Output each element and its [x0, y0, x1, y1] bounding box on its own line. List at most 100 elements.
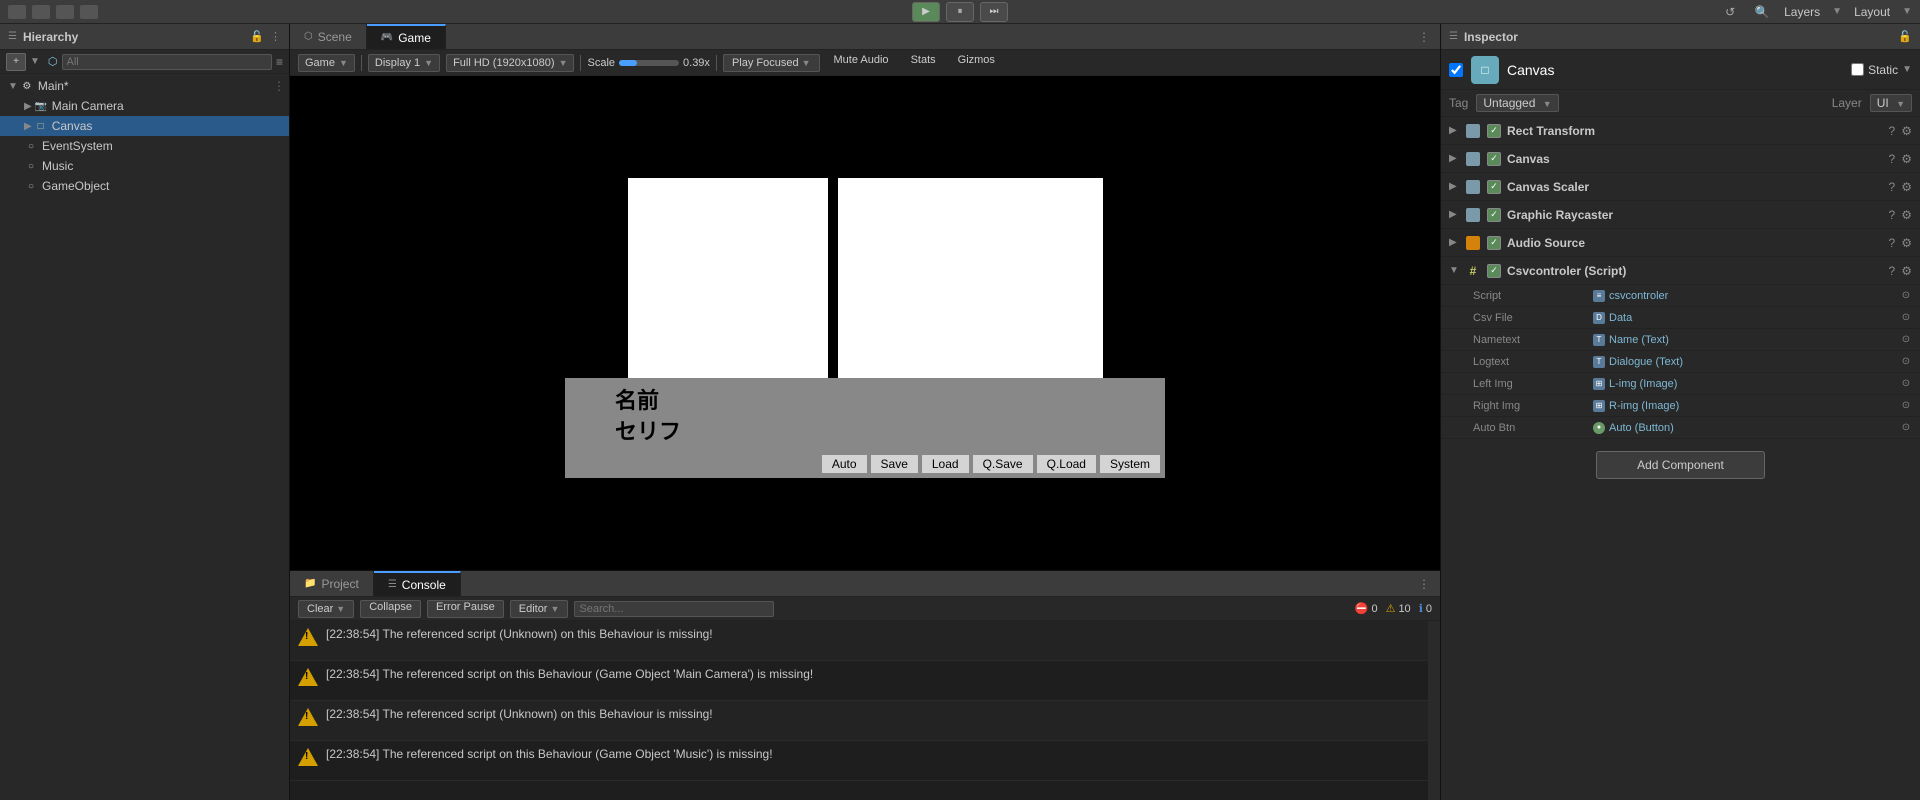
graphic-raycaster-check[interactable]: ✓: [1487, 208, 1501, 222]
script-field-value[interactable]: ≡ csvcontroler ⊙: [1593, 290, 1912, 302]
load-button[interactable]: Load: [921, 454, 970, 474]
hierarchy-add-dropdown[interactable]: ▼: [30, 56, 40, 67]
editor-dropdown-button[interactable]: Editor ▼: [510, 600, 569, 618]
scene-tabs-more-button[interactable]: ⋮: [1408, 30, 1440, 44]
qsave-button[interactable]: Q.Save: [972, 454, 1034, 474]
audio-source-settings-icon[interactable]: ⚙: [1901, 236, 1912, 250]
bottom-tabs-more[interactable]: ⋮: [1408, 577, 1440, 591]
play-focused-button[interactable]: Play Focused ▼: [723, 54, 820, 72]
csvcontroler-help-icon[interactable]: ?: [1889, 264, 1896, 278]
stats-button[interactable]: Stats: [903, 54, 944, 72]
tab-console[interactable]: ☰ Console: [374, 571, 461, 596]
canvas-comp-help-icon[interactable]: ?: [1889, 152, 1896, 166]
layout-label[interactable]: Layout: [1854, 5, 1890, 19]
hierarchy-root-item[interactable]: ▼ ⚙ Main* ⋮: [0, 76, 289, 96]
rect-transform-check[interactable]: ✓: [1487, 124, 1501, 138]
play-button[interactable]: ▶: [912, 2, 940, 22]
canvas-comp-check[interactable]: ✓: [1487, 152, 1501, 166]
graphic-raycaster-settings-icon[interactable]: ⚙: [1901, 208, 1912, 222]
autobtn-field-value[interactable]: ● Auto (Button) ⊙: [1593, 422, 1912, 434]
hierarchy-add-button[interactable]: +: [6, 53, 26, 71]
tab-game[interactable]: 🎮 Game: [367, 24, 446, 49]
layers-dropdown-icon[interactable]: ▼: [1832, 6, 1842, 17]
rect-transform-help-icon[interactable]: ?: [1889, 124, 1896, 138]
rect-transform-settings-icon[interactable]: ⚙: [1901, 124, 1912, 138]
tag-value-dropdown[interactable]: Untagged ▼: [1476, 94, 1558, 112]
object-active-checkbox[interactable]: [1449, 63, 1463, 77]
hierarchy-item-canvas[interactable]: ▶ □ Canvas: [0, 116, 289, 136]
auto-button[interactable]: Auto: [821, 454, 868, 474]
menu-icon[interactable]: [8, 5, 26, 19]
console-scrollbar[interactable]: [1428, 621, 1440, 800]
log-entry-0[interactable]: [22:38:54] The referenced script (Unknow…: [290, 621, 1428, 661]
csvcontroler-settings-icon[interactable]: ⚙: [1901, 264, 1912, 278]
display-dropdown[interactable]: Display 1 ▼: [368, 54, 440, 72]
inspector-lock-icon[interactable]: 🔓: [1898, 30, 1912, 43]
canvas-comp-settings-icon[interactable]: ⚙: [1901, 152, 1912, 166]
undo-button[interactable]: ↺: [1720, 2, 1740, 22]
rightimg-field-value[interactable]: ⊞ R-img (Image) ⊙: [1593, 400, 1912, 412]
log-entry-2[interactable]: [22:38:54] The referenced script (Unknow…: [290, 701, 1428, 741]
static-check-input[interactable]: [1851, 63, 1864, 76]
component-rect-transform[interactable]: ▶ ✓ Rect Transform ? ⚙: [1441, 117, 1920, 145]
toolbar-separator-2: [580, 55, 581, 71]
scale-slider[interactable]: [619, 60, 679, 66]
hierarchy-item-eventsystem[interactable]: ○ EventSystem: [0, 136, 289, 156]
system-button[interactable]: System: [1099, 454, 1161, 474]
hierarchy-root-options[interactable]: ⋮: [273, 79, 285, 93]
gizmos-button[interactable]: Gizmos: [950, 54, 1003, 72]
log-entry-3[interactable]: [22:38:54] The referenced script on this…: [290, 741, 1428, 781]
step-button[interactable]: ⏭: [980, 2, 1008, 22]
component-canvas[interactable]: ▶ ✓ Canvas ? ⚙: [1441, 145, 1920, 173]
component-graphic-raycaster[interactable]: ▶ ✓ Graphic Raycaster ? ⚙: [1441, 201, 1920, 229]
game-dropdown[interactable]: Game ▼: [298, 54, 355, 72]
canvas-scaler-help-icon[interactable]: ?: [1889, 180, 1896, 194]
hierarchy-filter-icon[interactable]: ≡: [276, 55, 283, 69]
log-entry-1[interactable]: [22:38:54] The referenced script on this…: [290, 661, 1428, 701]
tool-icon-3[interactable]: [56, 5, 74, 19]
tab-scene[interactable]: ⬡ Scene: [290, 24, 367, 49]
field-row-csvfile: Csv File D Data ⊙: [1441, 307, 1920, 329]
graphic-raycaster-help-icon[interactable]: ?: [1889, 208, 1896, 222]
qload-button[interactable]: Q.Load: [1036, 454, 1097, 474]
nametext-field-value[interactable]: T Name (Text) ⊙: [1593, 334, 1912, 346]
component-csvcontroler[interactable]: ▼ # ✓ Csvcontroler (Script) ? ⚙: [1441, 257, 1920, 285]
hierarchy-root-arrow[interactable]: ▼: [8, 81, 18, 92]
tool-icon-2[interactable]: [32, 5, 50, 19]
add-component-button[interactable]: Add Component: [1596, 451, 1765, 479]
component-canvas-scaler[interactable]: ▶ ✓ Canvas Scaler ? ⚙: [1441, 173, 1920, 201]
hierarchy-item-music[interactable]: ○ Music: [0, 156, 289, 176]
collapse-button[interactable]: Collapse: [360, 600, 421, 618]
save-button[interactable]: Save: [870, 454, 919, 474]
canvas-scaler-check[interactable]: ✓: [1487, 180, 1501, 194]
audio-source-check[interactable]: ✓: [1487, 236, 1501, 250]
layout-dropdown-icon[interactable]: ▼: [1902, 6, 1912, 17]
hierarchy-item-gameobject[interactable]: ○ GameObject: [0, 176, 289, 196]
pause-button[interactable]: ⏸: [946, 2, 974, 22]
hierarchy-item-main-camera[interactable]: ▶ 📷 Main Camera: [0, 96, 289, 116]
leftimg-field-value[interactable]: ⊞ L-img (Image) ⊙: [1593, 378, 1912, 390]
hierarchy-more-icon[interactable]: ⋮: [270, 30, 281, 43]
layer-value-dropdown[interactable]: UI ▼: [1870, 94, 1912, 112]
tab-project[interactable]: 📁 Project: [290, 571, 374, 596]
error-pause-button[interactable]: Error Pause: [427, 600, 504, 618]
resolution-dropdown[interactable]: Full HD (1920x1080) ▼: [446, 54, 574, 72]
hierarchy-lock-icon[interactable]: 🔓: [250, 30, 264, 43]
static-dropdown-arrow[interactable]: ▼: [1902, 64, 1912, 75]
hierarchy-search-input[interactable]: [62, 54, 272, 70]
console-search-input[interactable]: [574, 601, 774, 617]
tool-icon-4[interactable]: [80, 5, 98, 19]
logtext-field-value[interactable]: T Dialogue (Text) ⊙: [1593, 356, 1912, 368]
tag-label: Tag: [1449, 96, 1468, 110]
hierarchy-camera-arrow[interactable]: ▶: [24, 101, 32, 112]
mute-audio-button[interactable]: Mute Audio: [826, 54, 897, 72]
canvas-scaler-settings-icon[interactable]: ⚙: [1901, 180, 1912, 194]
component-audio-source[interactable]: ▶ ✓ Audio Source ? ⚙: [1441, 229, 1920, 257]
layers-label[interactable]: Layers: [1784, 5, 1820, 19]
search-button[interactable]: 🔍: [1752, 2, 1772, 22]
clear-button[interactable]: Clear ▼: [298, 600, 354, 618]
audio-source-help-icon[interactable]: ?: [1889, 236, 1896, 250]
hierarchy-canvas-arrow[interactable]: ▶: [24, 121, 32, 132]
csvcontroler-check[interactable]: ✓: [1487, 264, 1501, 278]
csvfile-field-value[interactable]: D Data ⊙: [1593, 312, 1912, 324]
